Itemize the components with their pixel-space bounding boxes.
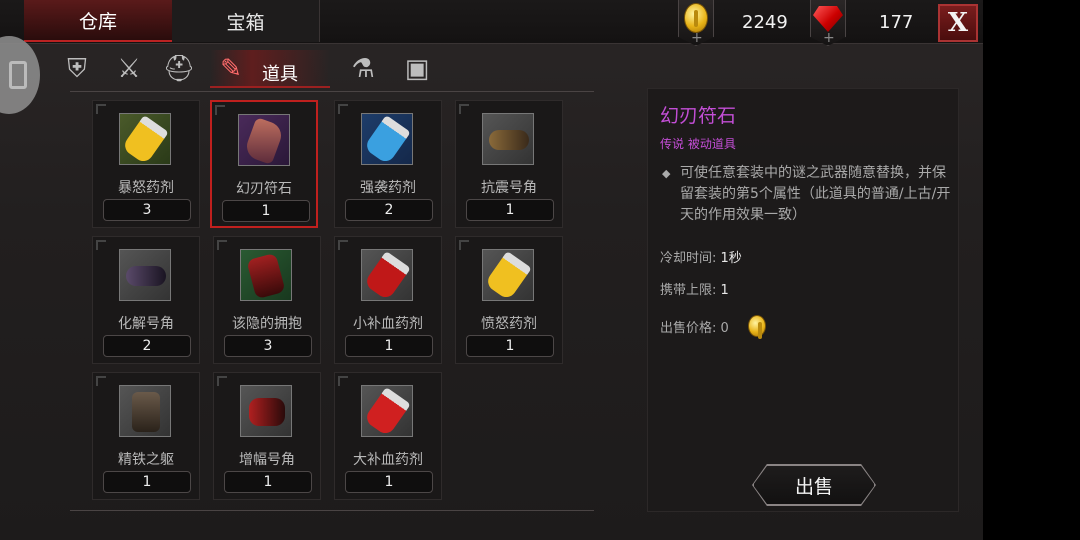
item-name: 精铁之躯	[118, 452, 174, 468]
rune-stone-icon	[238, 114, 290, 166]
divider	[70, 510, 594, 511]
potion-icon: ✎	[220, 54, 242, 84]
item-count: 1	[224, 471, 312, 493]
yellow-potion-icon	[482, 249, 534, 301]
carry-limit-label: 携带上限:	[660, 283, 717, 298]
top-bar: 仓库 宝箱 + 2249 + 177 X	[0, 0, 983, 46]
item-count: 1	[466, 199, 554, 221]
yellow-potion-icon	[119, 113, 171, 165]
item-name: 化解号角	[118, 316, 174, 332]
item-description: 可使任意套装中的谜之武器随意替换，并保留套装的第5个属性（此道具的普通/上古/开…	[680, 165, 951, 223]
item-count: 1	[103, 471, 191, 493]
item-name: 幻刃符石	[236, 181, 292, 197]
armor-icon[interactable]: ⛨	[60, 52, 94, 86]
carry-limit-row: 携带上限: 1	[660, 279, 729, 298]
gold-amount: 2249	[742, 12, 788, 33]
item-name: 该隐的拥抱	[232, 316, 302, 332]
item-name: 大补血药剂	[353, 452, 423, 468]
item-cell[interactable]: 暴怒药剂 3	[92, 100, 200, 228]
horn-icon	[482, 113, 534, 165]
item-cell[interactable]: 精铁之躯 1	[92, 372, 200, 500]
item-name: 抗震号角	[481, 180, 537, 196]
tab-chest[interactable]: 宝箱	[172, 0, 320, 42]
gold-coin-icon	[684, 3, 708, 33]
gem-amount: 177	[879, 12, 914, 33]
item-name: 强袭药剂	[360, 180, 416, 196]
sell-price-value: 0	[720, 321, 729, 336]
red-horn-icon	[240, 385, 292, 437]
red-potion-icon	[361, 385, 413, 437]
item-cell[interactable]: 愤怒药剂 1	[455, 236, 563, 364]
screen-edge	[983, 0, 1080, 540]
dark-horn-icon	[119, 249, 171, 301]
sell-price-label: 出售价格:	[660, 321, 717, 336]
item-count: 2	[103, 335, 191, 357]
item-name: 增幅号角	[239, 452, 295, 468]
blue-potion-icon	[361, 113, 413, 165]
scroll-icon[interactable]: ⚗	[346, 52, 380, 86]
bullet-icon: ◆	[662, 167, 671, 180]
menu-icon	[9, 61, 27, 89]
divider	[70, 91, 594, 92]
red-charm-icon	[240, 249, 292, 301]
item-cell[interactable]: 增幅号角 1	[213, 372, 321, 500]
book-icon[interactable]: ▣	[400, 52, 434, 86]
item-rarity: 传说 被动道具	[660, 137, 736, 151]
gold-coin-icon	[748, 315, 766, 339]
item-cell[interactable]: 该隐的拥抱 3	[213, 236, 321, 364]
carry-limit-value: 1	[720, 283, 729, 298]
item-count: 3	[103, 199, 191, 221]
item-count: 3	[224, 335, 312, 357]
tab-items-label: 道具	[262, 64, 298, 85]
item-count: 1	[345, 471, 433, 493]
item-cell[interactable]: 化解号角 2	[92, 236, 200, 364]
item-cell-selected[interactable]: 幻刃符石 1	[210, 100, 318, 228]
sell-button[interactable]: 出售	[753, 465, 875, 505]
item-count: 1	[345, 335, 433, 357]
side-menu-handle[interactable]	[0, 36, 40, 114]
item-cell[interactable]: 抗震号角 1	[455, 100, 563, 228]
cooldown-label: 冷却时间:	[660, 251, 717, 266]
cooldown-row: 冷却时间: 1秒	[660, 247, 742, 266]
item-count: 1	[222, 200, 310, 222]
game-screen: 仓库 宝箱 + 2249 + 177 X ⛨ ⚔ ⛑ ✎ 道具 ⚗ ▣ 暴怒药剂…	[0, 0, 983, 540]
item-detail-panel: 幻刃符石 传说 被动道具 ◆ 可使任意套装中的谜之武器随意替换，并保留套装的第5…	[647, 88, 959, 512]
item-cell[interactable]: 强袭药剂 2	[334, 100, 442, 228]
item-cell[interactable]: 小补血药剂 1	[334, 236, 442, 364]
item-count: 1	[466, 335, 554, 357]
item-cell[interactable]: 大补血药剂 1	[334, 372, 442, 500]
red-potion-icon	[361, 249, 413, 301]
cooldown-value: 1秒	[720, 251, 742, 266]
item-name: 暴怒药剂	[118, 180, 174, 196]
item-name: 小补血药剂	[353, 316, 423, 332]
sell-price-row: 出售价格: 0	[660, 317, 729, 336]
item-count: 2	[345, 199, 433, 221]
iron-armor-icon	[119, 385, 171, 437]
sword-icon[interactable]: ⚔	[112, 52, 146, 86]
item-name: 愤怒药剂	[481, 316, 537, 332]
close-button[interactable]: X	[938, 4, 978, 42]
helmet-icon[interactable]: ⛑	[162, 52, 196, 86]
item-title: 幻刃符石	[660, 105, 737, 127]
add-gem-icon: +	[823, 30, 835, 46]
tab-warehouse[interactable]: 仓库	[24, 0, 172, 42]
